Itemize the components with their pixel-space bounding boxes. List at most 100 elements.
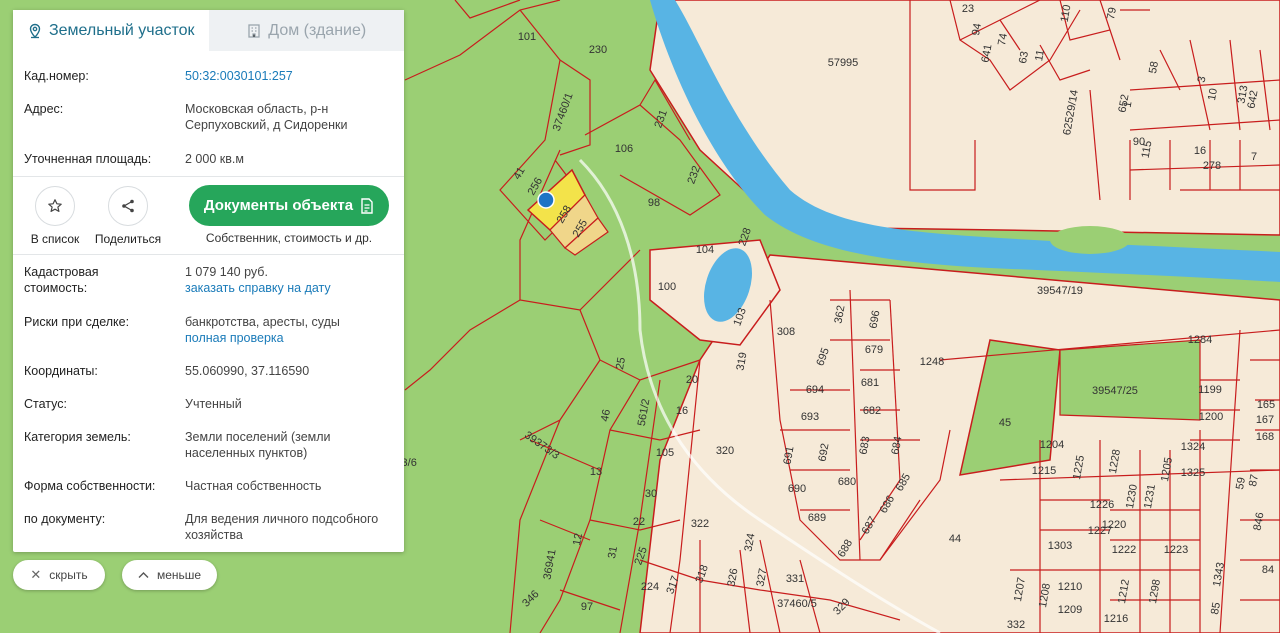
cadastral-cost-label-1: Кадастровая bbox=[24, 265, 99, 279]
address-label: Адрес: bbox=[24, 102, 64, 116]
parcel-label: 74 bbox=[996, 32, 1010, 46]
parcel-label: 45 bbox=[999, 417, 1011, 429]
order-certificate-link[interactable]: заказать справку на дату bbox=[185, 281, 331, 295]
tab-house[interactable]: Дом (здание) bbox=[208, 10, 404, 51]
parcel-label: 320 bbox=[716, 445, 734, 457]
parcel-label: 165 bbox=[1257, 399, 1275, 411]
parcel-label: 13 bbox=[590, 466, 602, 478]
parcel-label: 97 bbox=[581, 601, 593, 613]
cad-number-label: Кад.номер: bbox=[24, 69, 89, 83]
parcel-label: 1204 bbox=[1040, 439, 1064, 451]
permitted-use-value: Для ведения личного подсобного хозяйства bbox=[185, 511, 395, 543]
parcel-label: 693 bbox=[801, 411, 819, 423]
parcel-label: 1284 bbox=[1188, 334, 1212, 346]
status-value: Учтенный bbox=[185, 397, 242, 411]
risks-label: Риски при сделке: bbox=[24, 315, 130, 329]
permitted-use-line-2: хозяйства bbox=[185, 528, 243, 542]
parcel-label: 1220 bbox=[1102, 519, 1126, 531]
parcel-label: 224 bbox=[641, 581, 659, 593]
parcel-label: 22 bbox=[633, 516, 645, 528]
status-label: Статус: bbox=[24, 397, 67, 411]
parcel-label: 1222 bbox=[1112, 544, 1136, 556]
document-icon bbox=[361, 197, 373, 214]
parcel-label: 694 bbox=[806, 384, 824, 396]
coordinates-value: 55.060990, 37.116590 bbox=[185, 364, 310, 378]
land-category-label: Категория земель: bbox=[24, 430, 131, 444]
parcel-label: 31 bbox=[606, 545, 620, 559]
less-button[interactable]: меньше bbox=[122, 560, 217, 590]
parcel-label: 84 bbox=[1262, 564, 1274, 576]
parcel-label: 1216 bbox=[1104, 613, 1128, 625]
tab-land-parcel[interactable]: Земельный участок bbox=[13, 10, 209, 51]
parcel-label: 46 bbox=[599, 408, 613, 422]
ownership-label: Форма собственности: bbox=[24, 479, 156, 493]
parcel-label: 23 bbox=[962, 3, 974, 15]
address-line-2: Серпуховский, д Сидоренки bbox=[185, 118, 348, 132]
cadastral-cost-value-wrap: 1 079 140 руб. заказать справку на дату bbox=[185, 264, 395, 296]
location-marker[interactable] bbox=[537, 191, 555, 209]
parcel-label: 679 bbox=[865, 344, 883, 356]
parcel-label: 1199 bbox=[1198, 384, 1222, 396]
parcel-label: 332 bbox=[1007, 619, 1025, 631]
parcel-label: 58 bbox=[1147, 60, 1161, 74]
parcel-label: 85 bbox=[1209, 601, 1223, 615]
divider bbox=[13, 176, 404, 177]
land-category-line-1: Земли поселений (земли bbox=[185, 430, 331, 444]
parcel-label: 689 bbox=[808, 512, 826, 524]
share-label: Поделиться bbox=[94, 232, 162, 246]
tab-house-label: Дом (здание) bbox=[268, 21, 367, 39]
parcel-area-39547-25[interactable] bbox=[1059, 339, 1201, 421]
hide-button[interactable]: ✕ скрыть bbox=[13, 560, 105, 590]
parcel-label: 57995 bbox=[828, 57, 859, 69]
add-to-list-button[interactable]: В список bbox=[26, 186, 84, 246]
tab-land-label: Земельный участок bbox=[48, 21, 195, 39]
parcel-label: 12 bbox=[571, 532, 585, 546]
parcel-label: 39547/25 bbox=[1092, 385, 1138, 397]
chevron-up-icon bbox=[138, 572, 149, 578]
permitted-use-line-1: Для ведения личного подсобного bbox=[185, 512, 379, 526]
parcel-label: 1226 bbox=[1090, 499, 1114, 511]
building-icon bbox=[248, 23, 260, 38]
parcel-label: 63 bbox=[1017, 50, 1031, 64]
area-value: 2 000 кв.м bbox=[185, 152, 244, 166]
address-value: Московская область, р-н Серпуховский, д … bbox=[185, 101, 395, 133]
risks-value-wrap: банкротства, аресты, суды полная проверк… bbox=[185, 314, 395, 346]
share-button[interactable]: Поделиться bbox=[93, 186, 163, 246]
coordinates-label: Координаты: bbox=[24, 364, 98, 378]
parcel-label: 16 bbox=[676, 405, 688, 417]
hide-label: скрыть bbox=[49, 568, 88, 582]
parcel-label: 59 bbox=[1234, 476, 1248, 490]
cadastral-cost-value: 1 079 140 руб. bbox=[185, 265, 268, 279]
parcel-label: 37460/5 bbox=[777, 598, 817, 610]
documents-button[interactable]: Документы объекта bbox=[189, 185, 389, 226]
parcel-label: 30 bbox=[645, 488, 657, 500]
parcel-label: 101 bbox=[518, 31, 536, 43]
location-pin-icon bbox=[29, 23, 41, 38]
less-label: меньше bbox=[156, 568, 202, 582]
parcel-label: 1210 bbox=[1058, 581, 1082, 593]
ownership-value: Частная собственность bbox=[185, 479, 322, 493]
area-label: Уточненная площадь: bbox=[24, 152, 152, 166]
lake bbox=[1050, 226, 1130, 254]
parcel-label: 10 bbox=[1206, 87, 1220, 101]
parcel-label: 1324 bbox=[1181, 441, 1205, 453]
star-icon bbox=[48, 199, 62, 212]
parcel-label: 105 bbox=[656, 447, 674, 459]
parcel-label: 20 bbox=[686, 374, 698, 386]
parcel-label: 1325 bbox=[1181, 467, 1205, 479]
close-icon: ✕ bbox=[30, 567, 42, 582]
parcel-label: 1303 bbox=[1048, 540, 1072, 552]
parcel-label: 87 bbox=[1247, 473, 1261, 487]
land-category-value: Земли поселений (земли населенных пункто… bbox=[185, 429, 395, 461]
add-to-list-label: В список bbox=[30, 232, 80, 246]
parcel-label: 690 bbox=[788, 483, 806, 495]
parcel-label: 1223 bbox=[1164, 544, 1188, 556]
parcel-label: 322 bbox=[691, 518, 709, 530]
parcel-label: 11 bbox=[1033, 49, 1047, 62]
star-icon-wrap bbox=[35, 186, 75, 226]
full-check-link[interactable]: полная проверка bbox=[185, 331, 284, 345]
address-line-1: Московская область, р-н bbox=[185, 102, 329, 116]
cad-number-link[interactable]: 50:32:0030101:257 bbox=[185, 69, 293, 83]
parcel-label: 44 bbox=[949, 533, 961, 545]
parcel-label: 1209 bbox=[1058, 604, 1082, 616]
